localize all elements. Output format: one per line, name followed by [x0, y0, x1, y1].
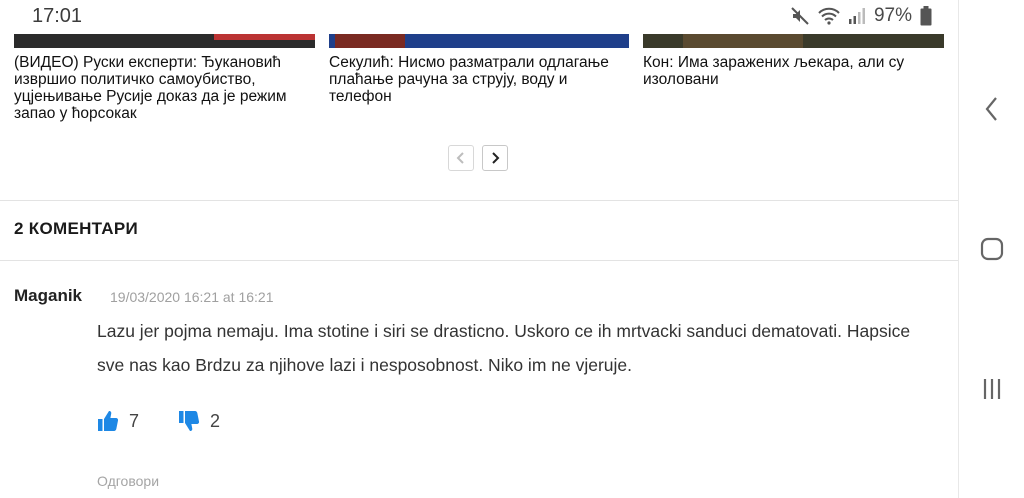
section-divider — [0, 260, 958, 261]
carousel-prev-button[interactable] — [448, 145, 474, 171]
dislike-button[interactable]: 2 — [178, 410, 220, 432]
dislike-count: 2 — [210, 410, 221, 431]
article-headline-link[interactable]: (ВИДЕО) Руски експерти: Ђукановић изврши… — [14, 54, 314, 122]
chevron-left-icon — [456, 152, 464, 164]
back-button[interactable] — [959, 84, 1024, 134]
like-count: 7 — [129, 410, 140, 431]
thumbs-up-icon — [98, 411, 119, 431]
comment-date[interactable]: 19/03/2020 16:21 at 16:21 — [110, 289, 273, 305]
recent-apps-button[interactable] — [959, 364, 1024, 414]
recent-apps-icon — [983, 379, 1001, 399]
article-headline-link[interactable]: Секулић: Нисмо разматрали одлагање плаћа… — [329, 54, 629, 105]
home-icon — [980, 237, 1004, 261]
reply-link[interactable]: Одговори — [97, 473, 159, 489]
system-navigation-bar — [958, 0, 1024, 498]
article-thumbnail[interactable] — [643, 34, 944, 48]
battery-text: 97% — [873, 5, 912, 26]
comments-heading: 2 КОМЕНТАРИ — [14, 219, 139, 238]
home-button[interactable] — [959, 224, 1024, 274]
battery-icon — [920, 6, 932, 26]
chevron-right-icon — [492, 152, 500, 164]
status-time: 17:01 — [32, 5, 83, 27]
like-button[interactable]: 7 — [97, 410, 139, 432]
wifi-icon — [818, 6, 840, 26]
comment-author: Maganik — [14, 286, 83, 305]
section-divider — [0, 200, 958, 201]
thumbs-down-icon — [179, 411, 200, 431]
back-icon — [985, 97, 997, 121]
article-thumbnail[interactable] — [14, 34, 315, 48]
status-icons: 97% — [790, 5, 932, 27]
comment-body: Lazu jer pojma nemaju. Ima stotine i sir… — [97, 321, 911, 375]
carousel-next-button[interactable] — [482, 145, 508, 171]
mute-icon — [790, 6, 810, 26]
article-thumbnail[interactable] — [329, 34, 629, 48]
signal-icon — [848, 7, 866, 25]
article-headline-link[interactable]: Кон: Има заражених љекара, али су изолов… — [643, 54, 943, 88]
status-bar: 17:01 97% — [0, 0, 958, 34]
